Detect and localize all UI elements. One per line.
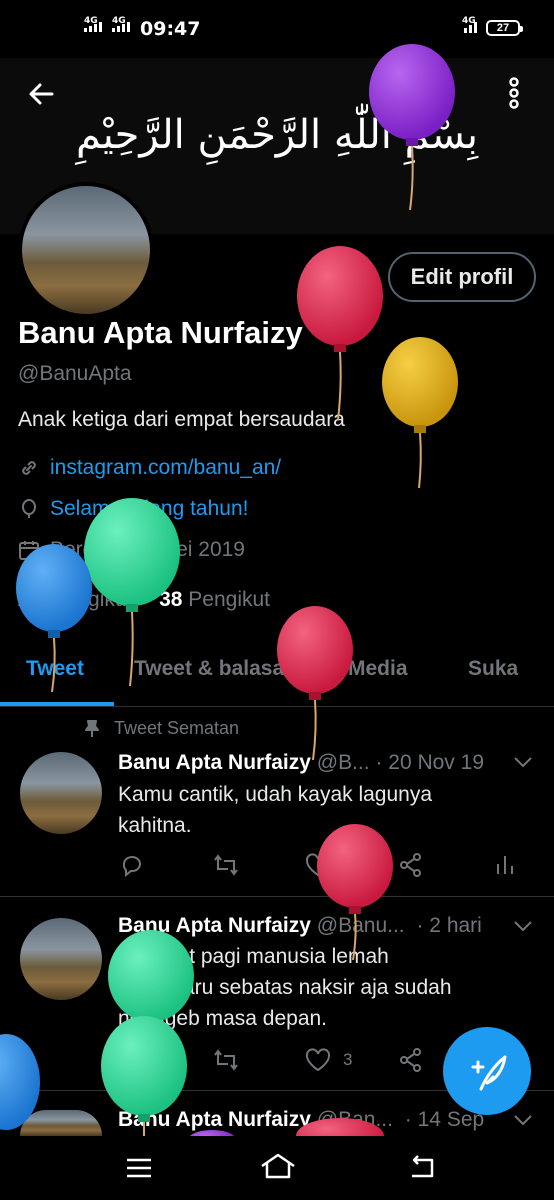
balloon-green: [84, 498, 180, 687]
compose-feather-icon: [471, 1055, 507, 1091]
balloon-green: [101, 1016, 187, 1136]
balloon-red: [317, 824, 393, 961]
menu-icon[interactable]: [124, 1156, 154, 1180]
home-icon[interactable]: [258, 1152, 298, 1180]
system-navigation-bar: [0, 1136, 554, 1200]
compose-tweet-button[interactable]: [443, 1027, 531, 1115]
balloon-red: [296, 1118, 384, 1136]
balloon-green: [108, 930, 194, 1028]
balloon-yellow: [382, 337, 458, 489]
balloon-red: [277, 606, 353, 761]
balloon-purple: [369, 44, 455, 211]
balloon-red: [297, 246, 383, 421]
balloon-blue: [16, 544, 92, 693]
back-nav-icon[interactable]: [406, 1154, 438, 1180]
birthday-balloons-overlay: [0, 44, 458, 1136]
balloon-blue: [0, 1034, 40, 1130]
